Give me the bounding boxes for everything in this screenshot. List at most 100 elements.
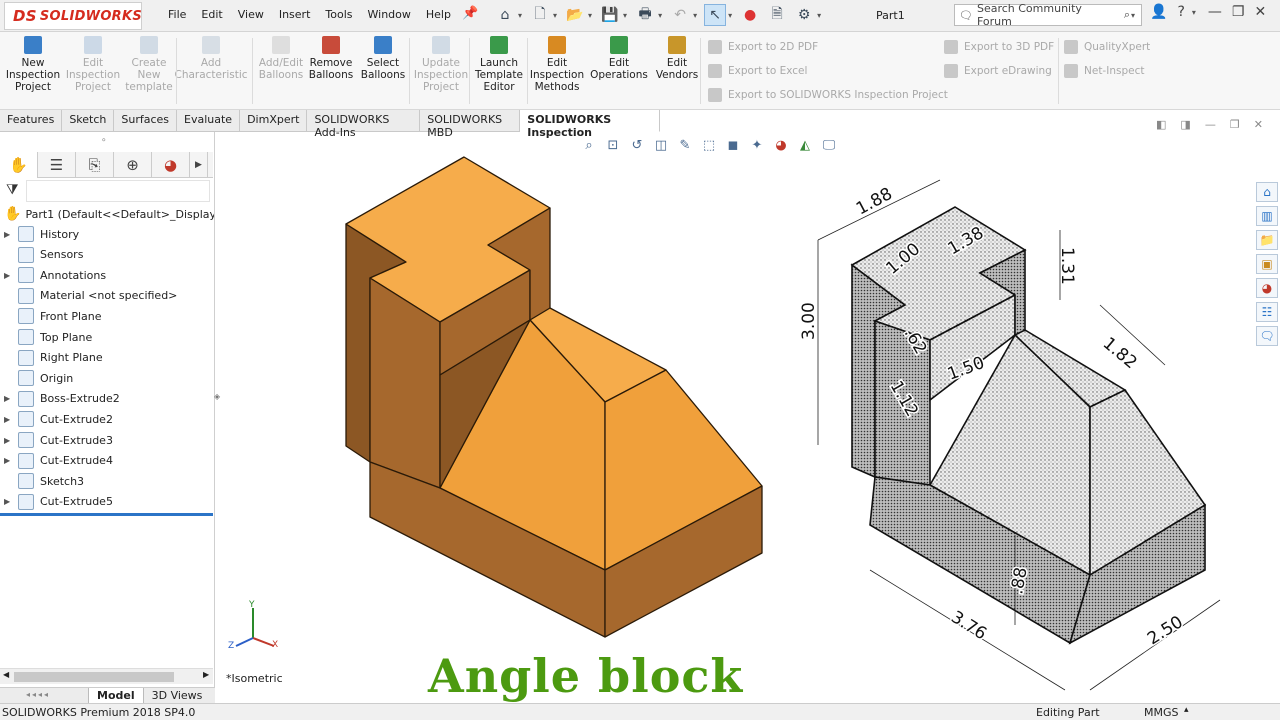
tree-item-origin[interactable]: Origin bbox=[4, 368, 73, 388]
search-input[interactable]: Search Community Forum bbox=[977, 2, 1120, 28]
chevron-down-icon[interactable]: ▾ bbox=[658, 11, 662, 20]
tab-features[interactable]: Features bbox=[0, 110, 63, 132]
chevron-down-icon[interactable]: ▾ bbox=[1131, 11, 1135, 20]
chevron-down-icon[interactable]: ▾ bbox=[588, 11, 592, 20]
ribbon-button-9[interactable]: Edit Inspection Methods bbox=[528, 36, 586, 106]
tree-item-material-not-specified-[interactable]: Material <not specified> bbox=[4, 286, 177, 306]
menu-view[interactable]: View bbox=[238, 8, 264, 21]
view-settings-icon[interactable]: 🖵 bbox=[820, 136, 838, 154]
ribbon-button-11[interactable]: Edit Vendors bbox=[648, 36, 706, 106]
bottom-tab-3d-views[interactable]: 3D Views bbox=[144, 688, 211, 704]
next-arrow-icon[interactable]: ◨ bbox=[1180, 118, 1190, 131]
ribbon-button-6[interactable]: Select Balloons bbox=[354, 36, 412, 106]
help-question-icon[interactable]: ? bbox=[1177, 4, 1184, 20]
appearances-icon[interactable]: ◕ bbox=[1256, 278, 1278, 298]
tree-filter-input[interactable] bbox=[26, 180, 210, 202]
ribbon-button-3[interactable]: Add Characteristic bbox=[174, 36, 248, 106]
configuration-manager-tab-icon[interactable]: ⎘ bbox=[76, 152, 114, 178]
ribbon-button-2[interactable]: Create New template bbox=[120, 36, 178, 106]
export-command-export_col1-2[interactable]: Export to SOLIDWORKS Inspection Project bbox=[708, 88, 948, 102]
tab-dimxpert[interactable]: DimXpert bbox=[240, 110, 308, 132]
tab-solidworks-mbd[interactable]: SOLIDWORKS MBD bbox=[420, 110, 521, 139]
minimize-icon[interactable]: — bbox=[1205, 118, 1216, 131]
undo-icon[interactable]: ↶ bbox=[669, 4, 691, 26]
tab-solidworks-add-ins[interactable]: SOLIDWORKS Add-Ins bbox=[307, 110, 421, 139]
export-command-export_col1-1[interactable]: Export to Excel bbox=[708, 64, 807, 78]
apply-scene-icon[interactable]: ◭ bbox=[796, 136, 814, 154]
menu-insert[interactable]: Insert bbox=[279, 8, 311, 21]
menu-tools[interactable]: Tools bbox=[325, 8, 352, 21]
panel-splitter-handle[interactable]: ◈ bbox=[214, 392, 220, 401]
search-box[interactable]: 🗨 Search Community Forum ⌕ ▾ bbox=[954, 2, 1142, 28]
dimxpert-manager-tab-icon[interactable]: ⊕ bbox=[114, 152, 152, 178]
pin-icon[interactable]: 📌 bbox=[462, 6, 478, 21]
status-units[interactable]: MMGS bbox=[1144, 706, 1179, 719]
display-manager-tab-icon[interactable]: ◕ bbox=[152, 152, 190, 178]
tree-item-history[interactable]: ▶ History bbox=[4, 224, 79, 244]
export-command-export_col2-1[interactable]: Export eDrawing bbox=[944, 64, 1052, 78]
ribbon-button-5[interactable]: Remove Balloons bbox=[302, 36, 360, 106]
close-icon[interactable]: ✕ bbox=[1254, 118, 1263, 131]
chevron-down-icon[interactable]: ▾ bbox=[817, 11, 821, 20]
custom-properties-icon[interactable]: ☷ bbox=[1256, 302, 1278, 322]
solidworks-logo[interactable]: DS SOLIDWORKS bbox=[4, 2, 142, 30]
expand-arrow-icon[interactable]: ▶ bbox=[4, 497, 12, 506]
tab-evaluate[interactable]: Evaluate bbox=[177, 110, 241, 132]
select-cursor-icon[interactable]: ↖ bbox=[704, 4, 727, 26]
export-command-export_col3-0[interactable]: QualityXpert bbox=[1064, 40, 1150, 54]
export-command-export_col1-0[interactable]: Export to 2D PDF bbox=[708, 40, 818, 54]
chevron-down-icon[interactable]: ▾ bbox=[693, 11, 697, 20]
expand-arrow-icon[interactable]: ▶ bbox=[4, 415, 12, 424]
tree-item-cut-extrude5[interactable]: ▶ Cut-Extrude5 bbox=[4, 492, 113, 512]
ribbon-button-8[interactable]: Launch Template Editor bbox=[470, 36, 528, 106]
file-explorer-icon[interactable]: 📁 bbox=[1256, 230, 1278, 250]
expand-arrow-icon[interactable]: ▶ bbox=[4, 230, 12, 239]
chevron-down-icon[interactable]: ▾ bbox=[623, 11, 627, 20]
expand-arrow-icon[interactable]: ▶ bbox=[4, 394, 12, 403]
chevron-up-icon[interactable]: ▴ bbox=[1184, 705, 1189, 715]
chevron-down-icon[interactable]: ▾ bbox=[518, 11, 522, 20]
options-gear-icon[interactable]: ⚙ bbox=[793, 4, 815, 26]
menu-edit[interactable]: Edit bbox=[201, 8, 222, 21]
prev-arrow-icon[interactable]: ◧ bbox=[1156, 118, 1166, 131]
export-command-export_col3-1[interactable]: Net-Inspect bbox=[1064, 64, 1144, 78]
ribbon-button-7[interactable]: Update Inspection Project bbox=[412, 36, 470, 106]
tree-item-annotations[interactable]: ▶ Annotations bbox=[4, 265, 106, 285]
user-icon[interactable]: 👤 bbox=[1150, 4, 1167, 20]
tree-item-top-plane[interactable]: Top Plane bbox=[4, 327, 92, 347]
property-manager-tab-icon[interactable]: ☰ bbox=[38, 152, 76, 178]
scroll-thumb[interactable] bbox=[14, 672, 174, 682]
tree-root-part1[interactable]: ✋ Part1 (Default<<Default>_Display Sta bbox=[4, 206, 214, 222]
solidworks-resources-icon[interactable]: ⌂ bbox=[1256, 182, 1278, 202]
export-command-export_col2-0[interactable]: Export to 3D PDF bbox=[944, 40, 1054, 54]
search-icon[interactable]: ⌕ bbox=[1124, 8, 1130, 22]
tree-item-right-plane[interactable]: Right Plane bbox=[4, 348, 103, 368]
minimize-icon[interactable]: — bbox=[1208, 4, 1222, 20]
tree-item-cut-extrude2[interactable]: ▶ Cut-Extrude2 bbox=[4, 409, 113, 429]
forum-icon[interactable]: 🗨 bbox=[1256, 326, 1278, 346]
tab-solidworks-inspection[interactable]: SOLIDWORKS Inspection bbox=[520, 110, 661, 139]
tree-item-boss-extrude2[interactable]: ▶ Boss-Extrude2 bbox=[4, 389, 120, 409]
tree-item-sensors[interactable]: Sensors bbox=[4, 245, 83, 265]
close-icon[interactable]: ✕ bbox=[1254, 4, 1266, 20]
panel-tab-arrow-icon[interactable]: ▶ bbox=[190, 152, 208, 178]
new-document-icon[interactable]: 🗋 bbox=[529, 4, 551, 26]
tree-item-sketch3[interactable]: Sketch3 bbox=[4, 471, 84, 491]
tab-scroll-icon[interactable]: ◂◂◂◂ bbox=[26, 690, 50, 699]
restore-icon[interactable]: ❐ bbox=[1230, 118, 1240, 131]
menu-help[interactable]: Help bbox=[426, 8, 451, 21]
expand-arrow-icon[interactable]: ▶ bbox=[4, 456, 12, 465]
ribbon-button-10[interactable]: Edit Operations bbox=[590, 36, 648, 106]
menu-window[interactable]: Window bbox=[368, 8, 411, 21]
rollback-bar[interactable] bbox=[0, 513, 213, 516]
chevron-down-icon[interactable]: ▾ bbox=[1192, 8, 1196, 17]
scroll-left-icon[interactable]: ◀ bbox=[3, 670, 9, 679]
tree-item-front-plane[interactable]: Front Plane bbox=[4, 306, 102, 326]
open-folder-icon[interactable]: 📂 bbox=[564, 4, 586, 26]
rebuild-traffic-light-icon[interactable]: ● bbox=[739, 4, 761, 26]
chevron-down-icon[interactable]: ▾ bbox=[728, 11, 732, 20]
home-icon[interactable]: ⌂ bbox=[494, 4, 516, 26]
tab-surfaces[interactable]: Surfaces bbox=[114, 110, 178, 132]
view-palette-icon[interactable]: ▣ bbox=[1256, 254, 1278, 274]
angle-block-model[interactable] bbox=[330, 150, 780, 650]
